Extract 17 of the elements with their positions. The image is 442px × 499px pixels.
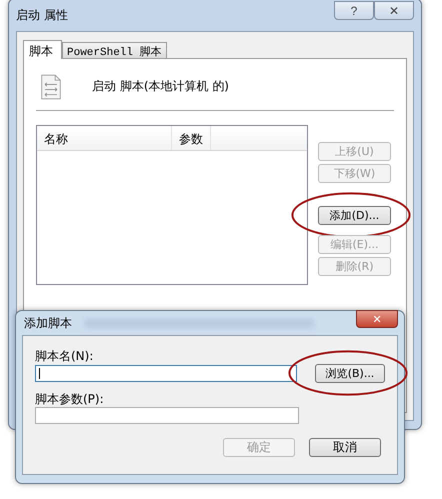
- script-file-icon: [40, 72, 62, 100]
- tab[interactable]: 脚本: [23, 40, 62, 59]
- column-header[interactable]: 参数: [172, 126, 211, 150]
- help-button[interactable]: ?: [334, 1, 374, 20]
- input-field[interactable]: [35, 407, 299, 424]
- close-button[interactable]: ✕: [374, 1, 414, 20]
- button[interactable]: 取消: [309, 438, 381, 457]
- field-label: 脚本参数(P):: [35, 391, 105, 407]
- section-heading: 启动 脚本(本地计算机 的): [92, 78, 229, 95]
- column-header[interactable]: 名称: [37, 126, 172, 150]
- field-label: 脚本名(N):: [35, 348, 94, 364]
- dialog-title: 添加脚本: [24, 314, 72, 332]
- window-title: 启动 属性: [16, 6, 68, 24]
- button[interactable]: 添加(D)...: [318, 206, 391, 225]
- tab[interactable]: PowerShell 脚本: [62, 42, 167, 58]
- input-field[interactable]: [35, 365, 297, 382]
- browse-button[interactable]: 浏览(B)...: [315, 364, 385, 383]
